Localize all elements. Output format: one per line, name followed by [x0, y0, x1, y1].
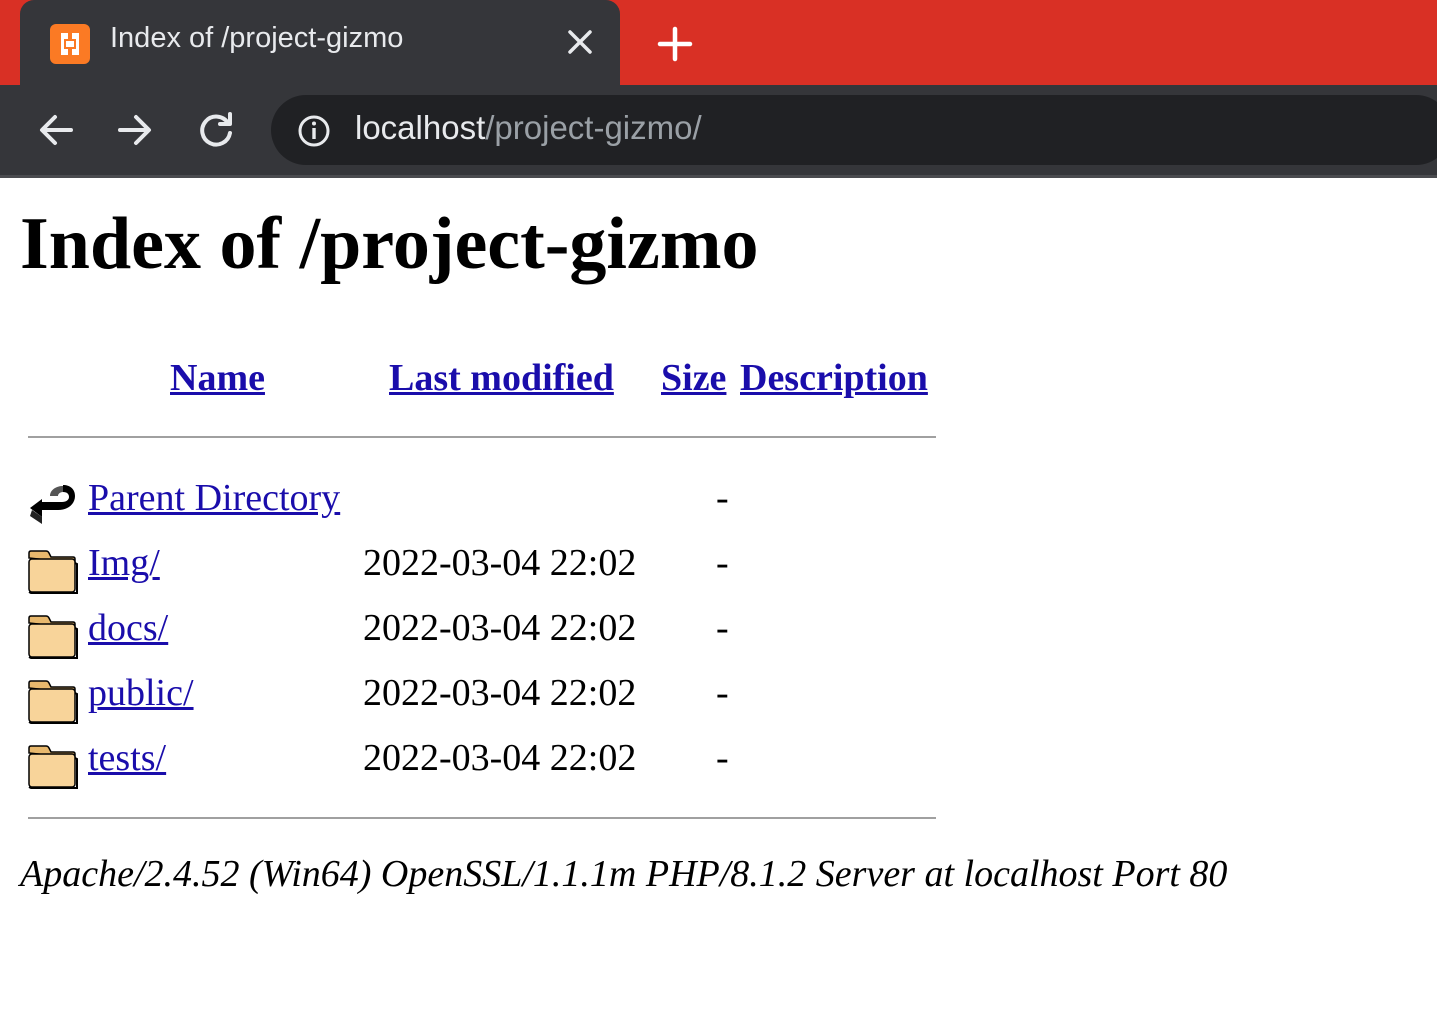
table-row: docs/ 2022-03-04 22:02 -: [0, 606, 940, 666]
column-header-size: Size: [661, 356, 726, 400]
sort-by-description-link[interactable]: Description: [740, 357, 928, 399]
tab-strip: Index of /project-gizmo: [0, 0, 1437, 85]
header-rule: [28, 436, 936, 438]
url-path: /project-gizmo/: [485, 109, 702, 146]
close-icon[interactable]: [564, 26, 596, 58]
page-content: Index of /project-gizmo Name Last modifi…: [0, 178, 1437, 1010]
server-signature: Apache/2.4.52 (Win64) OpenSSL/1.1.1m PHP…: [20, 853, 1228, 895]
folder-icon: [28, 550, 78, 594]
entry-link-docs[interactable]: docs/: [88, 606, 168, 650]
table-row: Img/ 2022-03-04 22:02 -: [0, 541, 940, 601]
entry-size: -: [716, 607, 729, 649]
entry-date: 2022-03-04 22:02: [363, 542, 637, 584]
table-row: Parent Directory -: [0, 476, 940, 536]
table-row: tests/ 2022-03-04 22:02 -: [0, 736, 940, 796]
reload-icon[interactable]: [195, 109, 237, 151]
arrow-left-icon[interactable]: [35, 109, 77, 151]
page-title: Index of /project-gizmo: [20, 203, 759, 285]
column-header-name: Name: [170, 356, 265, 400]
entry-size: -: [716, 477, 729, 519]
address-bar[interactable]: localhost/project-gizmo/: [271, 95, 1437, 165]
entry-link-parent-directory[interactable]: Parent Directory: [88, 476, 340, 520]
xampp-favicon-icon: [50, 24, 90, 64]
sort-by-name-link[interactable]: Name: [170, 357, 265, 399]
browser-toolbar: localhost/project-gizmo/: [0, 85, 1437, 175]
folder-icon: [28, 745, 78, 789]
arrow-right-icon[interactable]: [114, 109, 156, 151]
entry-date: 2022-03-04 22:02: [363, 607, 637, 649]
entry-size: -: [716, 737, 729, 779]
entry-date: 2022-03-04 22:02: [363, 737, 637, 779]
url-host: localhost: [355, 109, 486, 146]
entry-size: -: [716, 672, 729, 714]
folder-icon: [28, 615, 78, 659]
tab-active[interactable]: Index of /project-gizmo: [20, 0, 620, 85]
sort-by-size-link[interactable]: Size: [661, 357, 726, 399]
entry-link-tests[interactable]: tests/: [88, 736, 166, 780]
plus-icon[interactable]: [655, 24, 695, 64]
column-header-last-modified: Last modified: [389, 356, 614, 400]
footer-rule: [28, 817, 936, 819]
info-icon[interactable]: [297, 114, 331, 148]
entry-link-public[interactable]: public/: [88, 671, 194, 715]
tab-title: Index of /project-gizmo: [110, 22, 404, 54]
entry-date: 2022-03-04 22:02: [363, 672, 637, 714]
back-arrow-icon: [30, 485, 75, 524]
sort-by-last-modified-link[interactable]: Last modified: [389, 357, 614, 399]
url-text[interactable]: localhost/project-gizmo/: [355, 109, 702, 147]
entry-size: -: [716, 542, 729, 584]
column-header-description: Description: [740, 356, 928, 400]
table-row: public/ 2022-03-04 22:02 -: [0, 671, 940, 731]
entry-link-img[interactable]: Img/: [88, 541, 160, 585]
folder-icon: [28, 680, 78, 724]
